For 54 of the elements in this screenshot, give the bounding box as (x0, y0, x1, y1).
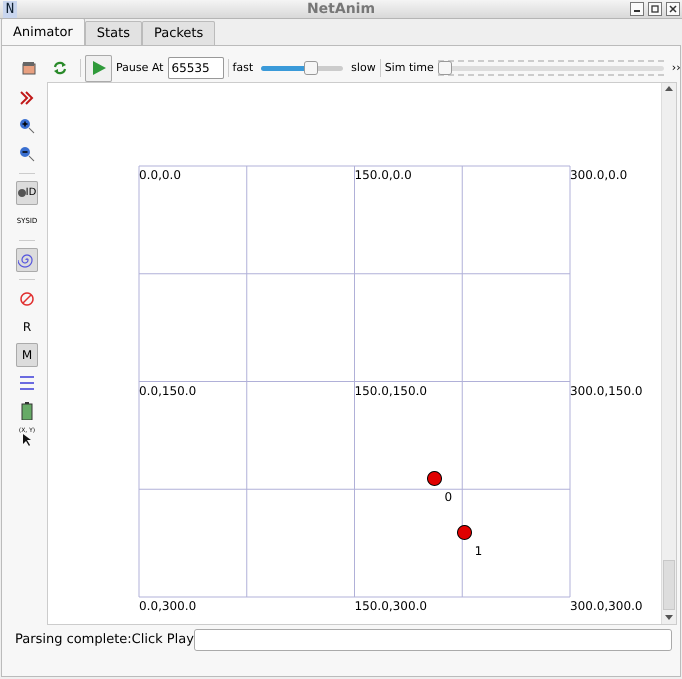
slider-thumb[interactable] (304, 60, 318, 74)
sim-time-label: Sim time (384, 60, 434, 76)
dot-icon (18, 189, 26, 197)
tab[interactable]: Packets (142, 21, 216, 45)
scroll-down-icon[interactable] (665, 615, 673, 620)
node-dot[interactable] (426, 470, 442, 486)
tab[interactable]: Stats (84, 21, 142, 45)
grid-label: 300.0,300.0 (570, 598, 643, 615)
maximize-button[interactable] (648, 2, 662, 16)
tool-button[interactable]: R (16, 315, 38, 339)
grid-label: 0.0,150.0 (139, 382, 196, 400)
open-file-icon[interactable] (22, 61, 36, 75)
prohibited-icon[interactable] (18, 290, 36, 308)
close-button[interactable] (666, 2, 680, 16)
minimize-button[interactable] (630, 2, 644, 16)
zoom-in-icon[interactable] (18, 117, 36, 135)
zoom-out-icon[interactable] (18, 145, 36, 163)
pause-at-label: Pause At (116, 60, 164, 76)
tool-button[interactable]: M (16, 343, 38, 367)
grid-label: 150.0,0.0 (354, 167, 412, 184)
app-logo-icon: N (3, 1, 17, 18)
overflow-button[interactable]: ›› (672, 60, 681, 76)
sim-time-slider[interactable] (438, 60, 664, 76)
grid-label: 0.0,0.0 (139, 167, 181, 184)
scroll-up-icon[interactable] (665, 86, 673, 91)
pause-at-field[interactable]: 65535 (168, 57, 224, 79)
window-title: NetAnim (306, 1, 376, 17)
grid-label: 300.0,150.0 (570, 382, 643, 400)
status-message: Parsing complete:Click Play (15, 631, 194, 650)
grid-label: 150.0,150.0 (354, 382, 428, 400)
toggle-button[interactable] (16, 248, 38, 272)
status-field[interactable] (194, 629, 672, 651)
node-dot[interactable] (456, 525, 472, 540)
vertical-scrollbar[interactable] (661, 83, 676, 624)
maximize-icon (651, 4, 659, 13)
scrollbar-thumb[interactable] (663, 560, 675, 610)
grid-label: 0.0,300.0 (139, 598, 196, 615)
tool-button[interactable]: ID (16, 181, 38, 205)
slider-thumb[interactable] (438, 60, 452, 74)
reload-icon[interactable] (52, 60, 68, 76)
play-button[interactable] (85, 54, 112, 82)
close-icon (669, 4, 677, 13)
slow-label: slow (351, 60, 376, 76)
fast-label: fast (232, 60, 254, 76)
chevrons-icon[interactable] (18, 89, 36, 107)
tab[interactable]: Animator (1, 18, 85, 45)
lines-icon[interactable] (18, 374, 36, 392)
grid-label: 300.0,0.0 (570, 167, 628, 184)
grid-label: 150.0,300.0 (354, 598, 428, 615)
minimize-icon (634, 10, 640, 12)
cursor-icon (23, 434, 31, 446)
node-label: 1 (474, 543, 482, 560)
node-label: 0 (444, 488, 452, 506)
play-icon (92, 60, 106, 76)
